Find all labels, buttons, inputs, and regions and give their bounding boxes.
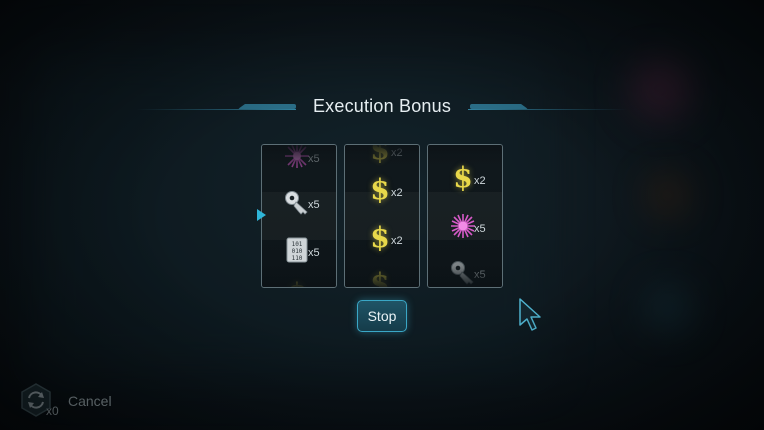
multiplier-label: x2 <box>474 175 486 187</box>
reel-fade-top <box>428 145 502 167</box>
reel-symbol: 101 010 110 x5 <box>262 229 336 269</box>
slot-reel-2: $ x2 $ x2 $ x2 $ <box>344 144 420 288</box>
svg-text:101: 101 <box>292 241 303 248</box>
reel-symbol: $ x2 <box>345 217 419 257</box>
background-glow <box>630 60 690 120</box>
slot-reel-1: x5 x5 101 010 110 x5 $ <box>261 144 337 288</box>
reel-fade-top <box>345 145 419 167</box>
cancel-button[interactable]: Cancel <box>68 393 112 409</box>
reel-fade-top <box>262 145 336 167</box>
multiplier-label: x2 <box>391 187 403 199</box>
reel-fade-bottom <box>262 265 336 287</box>
cancel-control[interactable]: x0 Cancel <box>18 382 138 420</box>
multiplier-label: x5 <box>308 199 320 211</box>
multiplier-label: x5 <box>474 223 486 235</box>
stop-button[interactable]: Stop <box>357 300 407 332</box>
multiplier-label: x5 <box>308 247 320 259</box>
background-glow <box>645 285 691 331</box>
dialog-title: Execution Bonus <box>312 96 452 116</box>
reel-symbol: x5 <box>428 205 502 245</box>
header-divider-right <box>468 109 628 110</box>
header-accent-left <box>238 104 296 109</box>
payline-pointer-icon <box>257 209 266 221</box>
reel-fade-bottom <box>345 265 419 287</box>
reel-symbol: x5 <box>262 181 336 221</box>
slot-reel-3: $ x2 x5 x5 <box>427 144 503 288</box>
reroll-count: x0 <box>46 404 59 418</box>
reel-symbol: $ x2 <box>345 169 419 209</box>
svg-text:110: 110 <box>292 255 303 262</box>
mouse-cursor-icon <box>519 298 541 331</box>
header-divider-left <box>136 109 296 110</box>
svg-text:010: 010 <box>292 248 303 255</box>
multiplier-label: x2 <box>391 235 403 247</box>
reel-fade-bottom <box>428 265 502 287</box>
background-glow <box>648 175 688 215</box>
